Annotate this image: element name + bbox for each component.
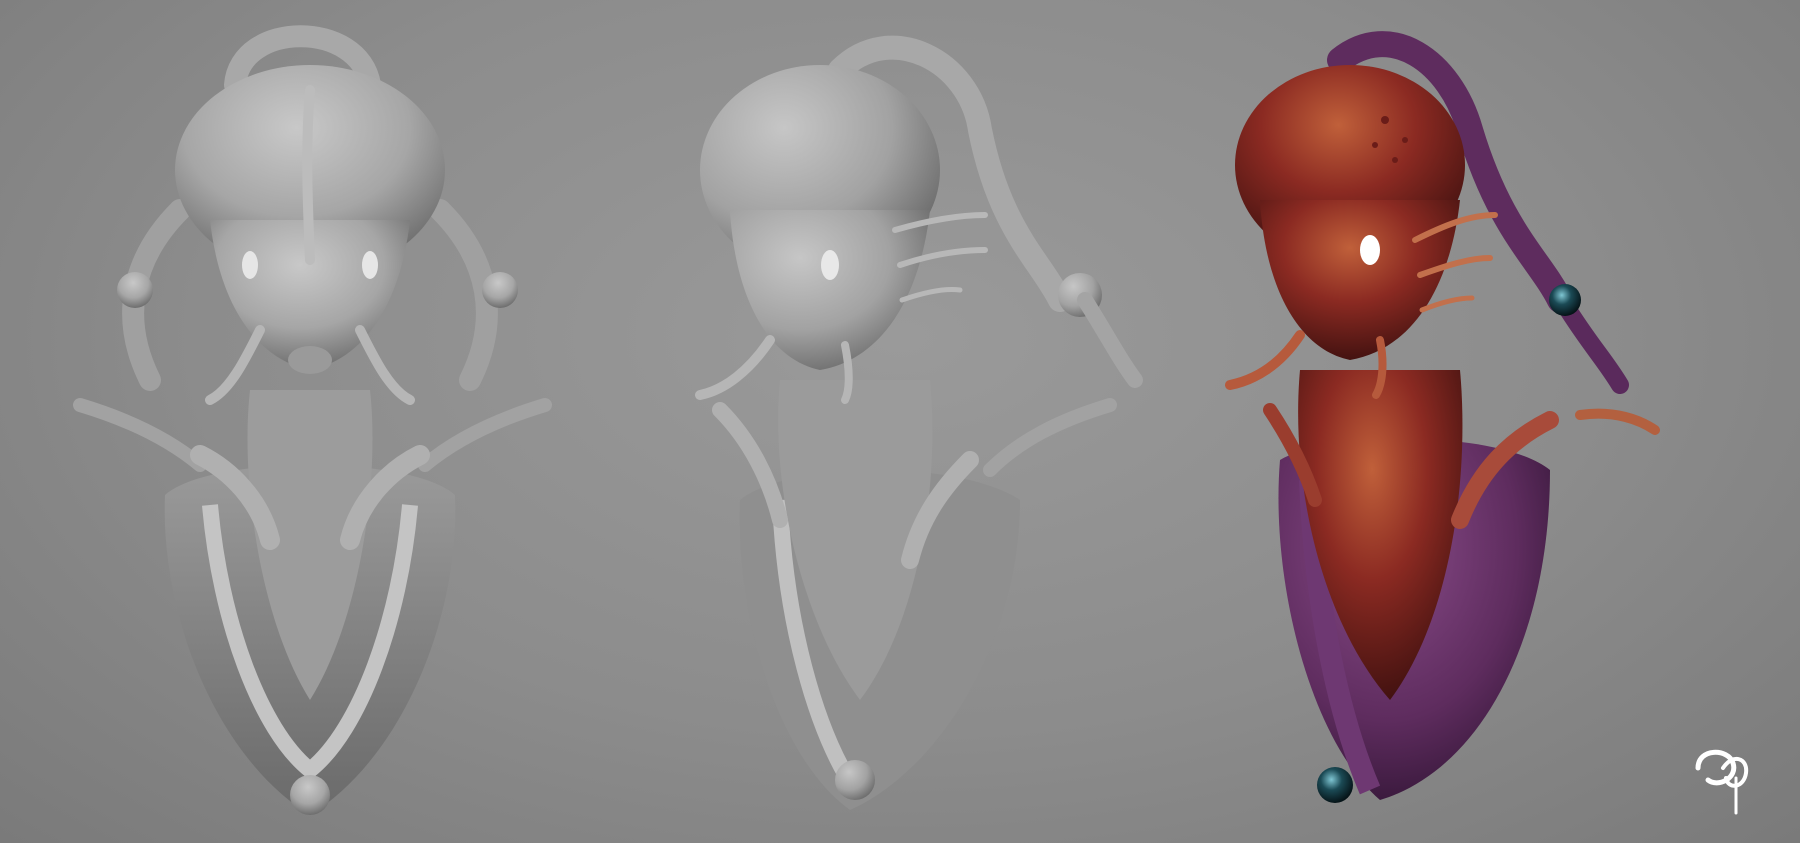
artist-signature-logo <box>1688 738 1758 818</box>
front-view-clay-render <box>60 0 580 843</box>
three-quarter-clay-render <box>640 0 1160 843</box>
three-quarter-painted-render <box>1220 0 1760 843</box>
render-stage <box>0 0 1800 843</box>
